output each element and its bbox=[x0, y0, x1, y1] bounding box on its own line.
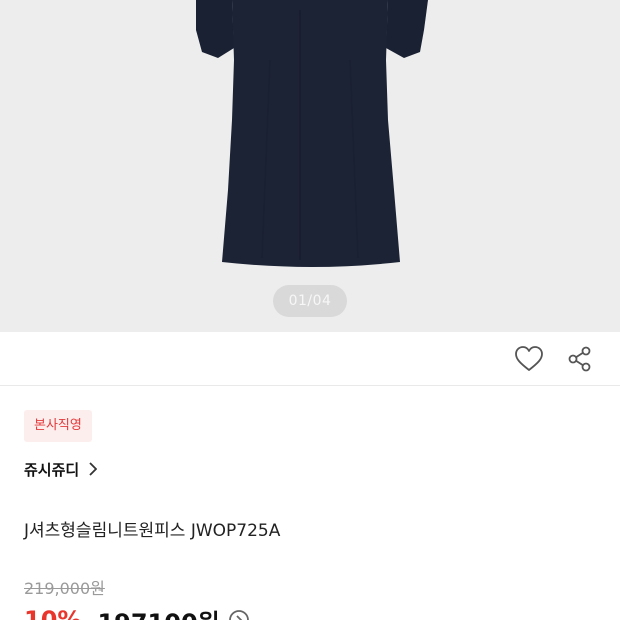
share-icon[interactable] bbox=[563, 342, 597, 376]
product-title: J셔츠형슬림니트원피스 JWOP725A bbox=[24, 521, 281, 541]
product-image bbox=[196, 0, 428, 267]
heart-icon[interactable] bbox=[512, 342, 546, 376]
sale-price-row: 10% 197100원 bbox=[24, 604, 250, 620]
dress-body bbox=[222, 0, 400, 267]
discount-rate: 10% bbox=[24, 606, 82, 620]
dress-left-sleeve bbox=[196, 0, 234, 58]
product-image-gallery[interactable]: 01/04 bbox=[0, 0, 620, 332]
image-counter: 01/04 bbox=[273, 285, 347, 317]
product-action-bar bbox=[0, 332, 620, 386]
price-info-icon[interactable] bbox=[228, 609, 250, 620]
dress-right-sleeve bbox=[386, 0, 428, 58]
chevron-right-icon bbox=[89, 462, 98, 476]
product-detail-page: 01/04 본사직영 쥬시쥬디 J셔츠형슬림니트원피스 JWOP725A 219… bbox=[0, 0, 620, 620]
official-store-badge: 본사직영 bbox=[24, 410, 92, 442]
brand-link[interactable]: 쥬시쥬디 bbox=[24, 456, 98, 482]
brand-name: 쥬시쥬디 bbox=[24, 460, 80, 479]
original-price: 219,000원 bbox=[24, 579, 105, 598]
sale-price: 197100원 bbox=[97, 603, 219, 620]
